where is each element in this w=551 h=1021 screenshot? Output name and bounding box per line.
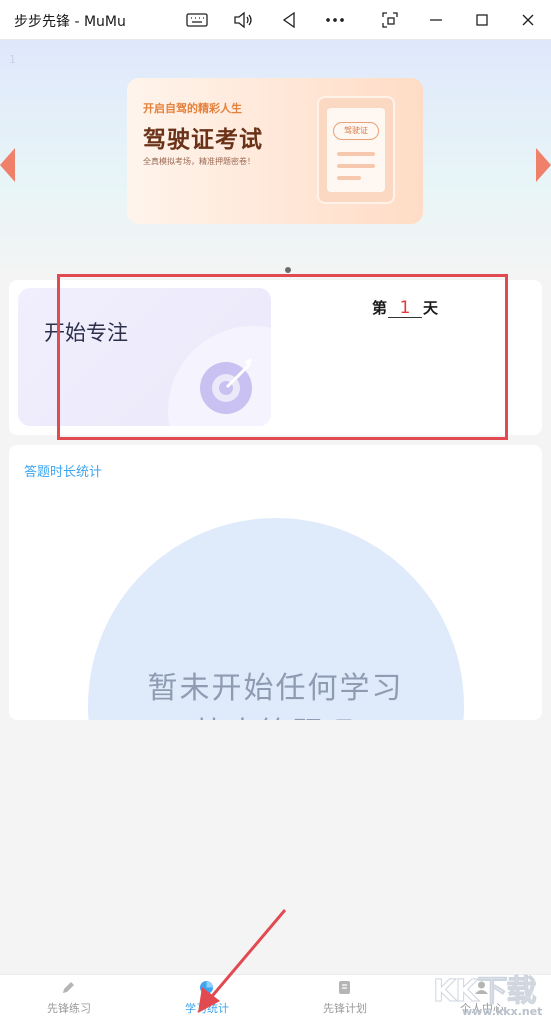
stats-title: 答题时长统计 bbox=[24, 465, 103, 480]
banner-subtitle: 开启自驾的精彩人生 bbox=[143, 102, 242, 115]
banner-tagline: 全真模拟考场，精准押题密卷！ bbox=[143, 157, 255, 166]
watermark-site: www.kkx.net bbox=[462, 1005, 543, 1018]
empty-state-message: 暂未开始任何学习 bbox=[147, 671, 404, 706]
app-content: 1 开启自驾的精彩人生 驾驶证考试 全真模拟考场，精准押题密卷！ 驾驶证 开始专… bbox=[0, 40, 551, 974]
more-icon[interactable] bbox=[320, 6, 350, 34]
banner-title: 驾驶证考试 bbox=[143, 127, 263, 153]
nav-label-practice: 先锋练习 bbox=[47, 1002, 91, 1015]
window-titlebar: 步步先锋 - MuMu bbox=[0, 0, 551, 40]
hero-carousel: 1 开启自驾的精彩人生 驾驶证考试 全真模拟考场，精准押题密卷！ 驾驶证 bbox=[0, 40, 551, 280]
promo-banner[interactable]: 开启自驾的精彩人生 驾驶证考试 全真模拟考场，精准押题密卷！ 驾驶证 bbox=[127, 78, 423, 224]
back-icon[interactable] bbox=[274, 6, 304, 34]
nav-item-plan[interactable]: 先锋计划 bbox=[276, 975, 414, 1021]
carousel-indicator-dot[interactable] bbox=[285, 267, 291, 273]
nav-label-plan: 先锋计划 bbox=[323, 1002, 367, 1015]
watermark-brand: KK下载 bbox=[433, 974, 537, 1010]
empty-state-hint: 快去答题吧 bbox=[9, 708, 542, 720]
keyboard-icon[interactable] bbox=[182, 6, 212, 34]
window-title: 步步先锋 - MuMu bbox=[14, 14, 126, 30]
answer-time-stats-card: 答题时长统计 暂未开始任何学习 快去答题吧 bbox=[9, 445, 542, 720]
plan-icon bbox=[339, 981, 350, 994]
screenshot-icon[interactable] bbox=[375, 6, 405, 34]
pencil-icon bbox=[63, 982, 74, 993]
minimize-icon[interactable] bbox=[421, 6, 451, 34]
volume-icon[interactable] bbox=[228, 6, 258, 34]
carousel-next-arrow[interactable] bbox=[536, 148, 551, 182]
license-card-illustration: 驾驶证 bbox=[317, 96, 395, 204]
close-icon[interactable] bbox=[513, 6, 543, 34]
highlight-box bbox=[57, 274, 508, 440]
nav-item-practice[interactable]: 先锋练习 bbox=[0, 975, 138, 1021]
annotation-arrow bbox=[198, 909, 287, 1013]
carousel-prev-arrow[interactable] bbox=[0, 148, 15, 182]
carousel-index: 1 bbox=[9, 53, 16, 66]
maximize-icon[interactable] bbox=[467, 6, 497, 34]
license-seal: 驾驶证 bbox=[333, 122, 379, 140]
